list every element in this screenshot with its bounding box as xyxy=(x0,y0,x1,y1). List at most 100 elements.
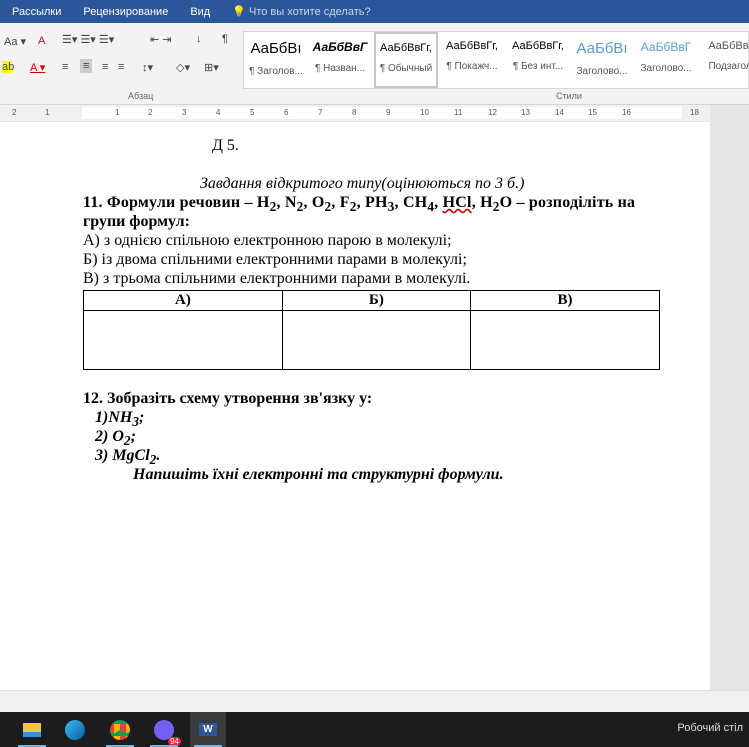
punct: ; xyxy=(130,428,136,445)
table-cell[interactable] xyxy=(83,310,283,370)
style-label: Подзагол xyxy=(708,61,749,72)
subscript: 3 xyxy=(132,414,139,430)
q12-item-3: 3) MgCl2. xyxy=(95,447,160,468)
style-sample: АаБбВвı xyxy=(708,40,749,52)
style-sample: АаБбВвГг, xyxy=(512,40,564,52)
viber-icon[interactable]: 94 xyxy=(146,712,182,747)
q12-item-1: 1)NH3; xyxy=(95,409,144,430)
ruler-tick: 11 xyxy=(454,108,463,117)
ruler-tick: 5 xyxy=(250,108,255,117)
answer-table: А) Б) В) xyxy=(83,290,661,370)
clear-format-icon[interactable]: A xyxy=(38,35,45,47)
table-cell[interactable] xyxy=(281,310,471,370)
horizontal-ruler[interactable]: 2 1 1 2 3 4 5 6 7 8 9 10 11 12 13 14 15 16 18 xyxy=(0,105,710,121)
ruler-tick: 14 xyxy=(555,108,564,117)
style-no-spacing[interactable]: АаБбВвГг, ¶ Без инт... xyxy=(506,32,570,88)
style-sample: АаБбВвГ xyxy=(312,40,368,54)
style-label: Заголово... xyxy=(640,63,692,74)
title-bar: Рассылки Рецензирование Вид 💡 Что вы хот… xyxy=(0,0,749,23)
option-a: А) з однією спільною електронною парою в… xyxy=(83,232,452,249)
style-index[interactable]: АаБбВвГг, ¶ Покажч... xyxy=(440,32,504,88)
highlight-icon[interactable]: ab xyxy=(2,61,14,73)
styles-gallery: АаБбВı ¶ Заголов... АаБбВвГ ¶ Назван... Аа… xyxy=(243,31,749,89)
title-text: 11. Формули речовин – H xyxy=(83,194,270,211)
tell-me-text: Что вы хотите сделать? xyxy=(249,6,371,18)
tab-mailings[interactable]: Рассылки xyxy=(12,6,61,18)
style-heading1[interactable]: АаБбВı ¶ Заголов... xyxy=(244,32,308,88)
align-center-icon[interactable]: ≡ xyxy=(80,59,93,73)
desktop-toolbar-label[interactable]: Робочий стіл xyxy=(677,722,743,734)
bullets-button[interactable]: ☰▾ ☰▾ ☰▾ xyxy=(62,33,114,46)
word-taskbar-icon[interactable]: W xyxy=(190,712,226,747)
tell-me-search[interactable]: 💡 Что вы хотите сделать? xyxy=(232,5,370,18)
align-left-icon[interactable]: ≡ xyxy=(62,61,68,73)
question-12-title: 12. Зобразіть схему утворення зв'язку у: xyxy=(83,390,373,407)
ruler-tick: 2 xyxy=(12,108,17,117)
style-sample: АаБбВı xyxy=(576,40,628,57)
chrome-icon[interactable] xyxy=(102,712,138,747)
shading-icon[interactable]: ◇▾ xyxy=(176,61,190,74)
indent-buttons[interactable]: ⇤ ⇥ xyxy=(150,33,172,46)
style-sample: АаБбВвГ xyxy=(640,40,692,54)
ruler-tick: 7 xyxy=(318,108,323,117)
table-header-c: В) xyxy=(469,290,661,311)
tab-review[interactable]: Рецензирование xyxy=(83,6,168,18)
sort-icon[interactable]: ↓ xyxy=(196,33,202,45)
ruler-tick: 13 xyxy=(521,108,530,117)
style-normal[interactable]: АаБбВвГг, ¶ Обычный xyxy=(374,32,438,88)
pilcrow-icon[interactable]: ¶ xyxy=(222,33,228,45)
font-size-change-button[interactable]: Aa ▾ xyxy=(4,35,26,48)
style-label: ¶ Заголов... xyxy=(249,66,303,77)
title-text: O – розподіліть на xyxy=(499,194,636,211)
ruler-tick: 15 xyxy=(588,108,597,117)
formula: 2) O xyxy=(95,428,124,445)
title-text: , H xyxy=(471,194,493,211)
style-subtitle[interactable]: АаБбВвı Подзагол xyxy=(698,32,749,88)
subscript: 2 xyxy=(349,199,357,215)
formula: 3) MgCl xyxy=(95,447,150,464)
borders-icon[interactable]: ⊞▾ xyxy=(204,61,219,74)
ruler-tick: 1 xyxy=(115,108,120,117)
font-color-icon[interactable]: A ▾ xyxy=(30,61,45,74)
ruler-tick: 18 xyxy=(690,108,699,117)
table-cell[interactable] xyxy=(469,310,661,370)
ruler-tick: 12 xyxy=(488,108,497,117)
ruler-tick: 16 xyxy=(622,108,631,117)
ribbon: Aa ▾ A ☰▾ ☰▾ ☰▾ ⇤ ⇥ ↓ ¶ ab A ▾ ≡ ≡ ≡ ≡ ↕… xyxy=(0,23,749,105)
title-text: , O xyxy=(303,194,325,211)
option-c: В) з трьома спільними електронними парам… xyxy=(83,270,471,287)
word-label: W xyxy=(199,723,217,736)
table-header-a: А) xyxy=(83,290,283,311)
style-label: Заголово... xyxy=(576,66,628,77)
line-spacing-icon[interactable]: ↕▾ xyxy=(142,61,153,74)
justify-icon[interactable]: ≡ xyxy=(118,61,124,73)
style-label: ¶ Без инт... xyxy=(512,61,564,72)
option-b: Б) із двома спільними електронними парам… xyxy=(83,251,467,268)
ruler-tick: 4 xyxy=(216,108,221,117)
edge-icon[interactable] xyxy=(57,712,93,747)
vertical-scrollbar[interactable] xyxy=(710,105,749,690)
file-explorer-icon[interactable] xyxy=(14,712,50,747)
align-right-icon[interactable]: ≡ xyxy=(102,61,108,73)
title-text: , N xyxy=(276,194,297,211)
style-label: ¶ Обычный xyxy=(379,63,433,74)
tab-view[interactable]: Вид xyxy=(190,6,210,18)
style-title[interactable]: АаБбВвГ ¶ Назван... xyxy=(308,32,372,88)
styles-group-label: Стили xyxy=(556,91,582,101)
style-sample: АаБбВвГг, xyxy=(446,40,498,52)
title-text: , xyxy=(434,194,443,211)
q12-item-2: 2) O2; xyxy=(95,428,136,449)
document-page[interactable]: Д 5. Завдання відкритого типу(оцінюються… xyxy=(0,122,710,690)
title-text: , CH xyxy=(394,194,428,211)
font-size-label: Aa xyxy=(4,36,18,48)
paragraph-group-label: Абзац xyxy=(128,91,154,101)
variant-label: Д 5. xyxy=(212,137,239,154)
title-text: HCl xyxy=(442,194,472,211)
ruler-tick: 2 xyxy=(148,108,153,117)
style-heading2[interactable]: АаБбВı Заголово... xyxy=(570,32,634,88)
style-heading3[interactable]: АаБбВвГ Заголово... xyxy=(634,32,698,88)
taskbar: 94 W Робочий стіл xyxy=(0,712,749,747)
section-heading: Завдання відкритого типу(оцінюються по 3… xyxy=(200,175,525,192)
table-header-b: Б) xyxy=(281,290,471,311)
title-text: , PH xyxy=(356,194,388,211)
